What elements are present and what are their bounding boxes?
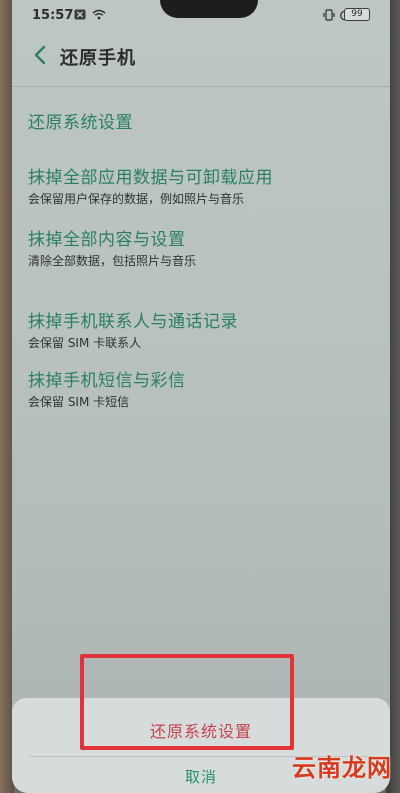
option-title: 抹掉全部应用数据与可卸载应用 <box>28 168 273 188</box>
battery-indicator: 99 <box>344 8 370 21</box>
option-title: 还原系统设置 <box>28 113 133 133</box>
wifi-icon <box>92 9 106 23</box>
chevron-left-icon[interactable] <box>30 44 52 66</box>
option-erase-contacts[interactable]: 抹掉手机联系人与通话记录 会保留 SIM 卡联系人 <box>28 311 368 351</box>
option-subtitle: 会保留 SIM 卡联系人 <box>28 336 142 350</box>
highlight-annotation-box <box>80 654 294 750</box>
status-bar: 15:57 99 <box>12 0 390 32</box>
vibrate-icon <box>323 9 335 24</box>
option-erase-messages[interactable]: 抹掉手机短信与彩信 会保留 SIM 卡短信 <box>28 370 368 410</box>
option-title: 抹掉手机联系人与通话记录 <box>28 312 238 332</box>
option-erase-all-content[interactable]: 抹掉全部内容与设置 清除全部数据，包括照片与音乐 <box>28 229 368 269</box>
page-title: 还原手机 <box>60 48 136 69</box>
option-title: 抹掉手机短信与彩信 <box>28 371 186 391</box>
option-reset-settings[interactable]: 还原系统设置 <box>28 112 368 134</box>
option-subtitle: 清除全部数据，包括照片与音乐 <box>28 254 197 268</box>
page-header: 还原手机 <box>12 36 390 78</box>
close-box-icon <box>74 9 86 23</box>
option-subtitle: 会保留用户保存的数据，例如照片与音乐 <box>28 192 245 206</box>
status-time: 15:57 <box>32 8 74 23</box>
option-erase-app-data[interactable]: 抹掉全部应用数据与可卸载应用 会保留用户保存的数据，例如照片与音乐 <box>28 167 368 207</box>
header-divider <box>12 86 390 87</box>
option-title: 抹掉全部内容与设置 <box>28 230 186 250</box>
option-subtitle: 会保留 SIM 卡短信 <box>28 395 130 409</box>
watermark-logo: 云南龙网 <box>292 753 392 782</box>
